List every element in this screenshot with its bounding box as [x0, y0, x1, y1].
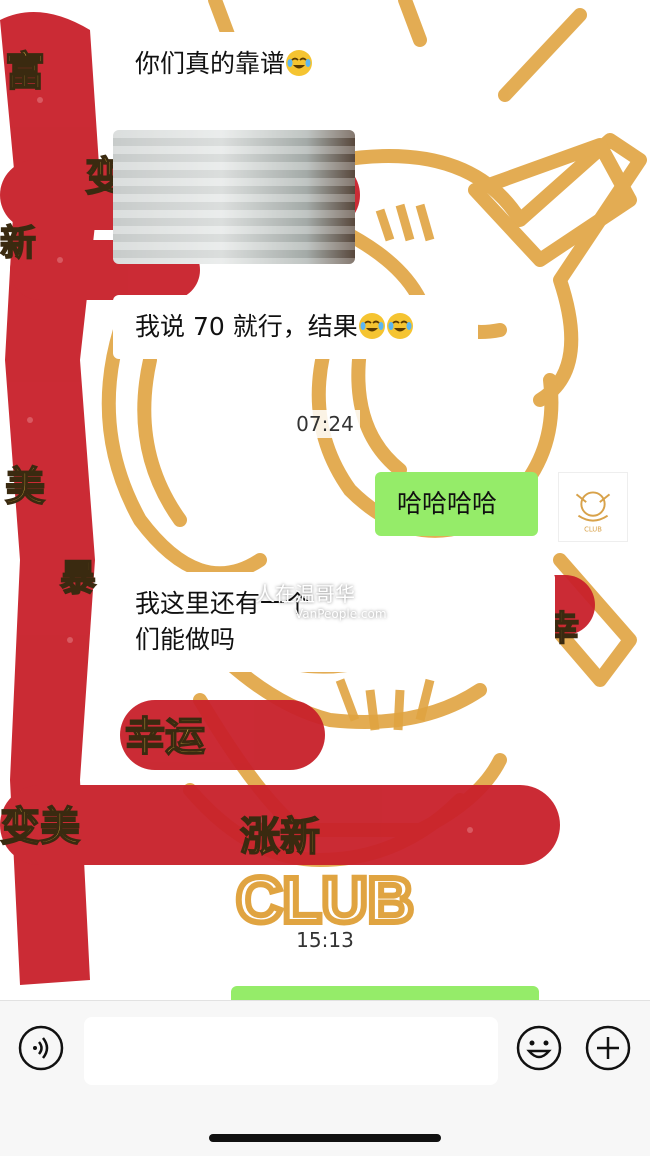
voice-icon[interactable]	[18, 1025, 64, 1071]
message-bubble[interactable]: 你们真的靠谱	[113, 32, 358, 96]
plus-icon[interactable]	[585, 1025, 631, 1071]
chat-area[interactable]: 你们真的靠谱 我说 70 就行，结果 07:24 哈哈哈哈 CLUB 我这里还有…	[0, 0, 650, 1000]
timestamp: 15:13	[0, 926, 650, 954]
message-text-line: 们能做吗	[135, 625, 236, 654]
avatar[interactable]: CLUB	[558, 472, 628, 542]
home-indicator[interactable]	[209, 1134, 441, 1142]
laugh-cry-emoji-icon	[386, 313, 413, 339]
watermark: 人在温哥华 VanPeople.com	[255, 582, 387, 621]
my-message-bubble-partial[interactable]	[231, 986, 539, 1000]
laugh-cry-emoji-icon	[358, 313, 385, 339]
timestamp: 07:24	[0, 410, 650, 438]
message-text: 哈哈哈哈	[397, 489, 498, 518]
image-message[interactable]	[113, 130, 355, 264]
my-message-bubble[interactable]: 哈哈哈哈	[375, 472, 538, 536]
message-text: 我说 70 就行，结果	[135, 312, 358, 341]
message-input[interactable]	[84, 1017, 498, 1085]
message-text: 你们真的靠谱	[135, 49, 286, 78]
laugh-cry-emoji-icon	[286, 50, 313, 76]
emoji-icon[interactable]	[516, 1025, 562, 1071]
message-bubble[interactable]: 我说 70 就行，结果	[113, 295, 478, 359]
input-toolbar	[0, 1000, 650, 1156]
svg-text:CLUB: CLUB	[584, 525, 602, 533]
